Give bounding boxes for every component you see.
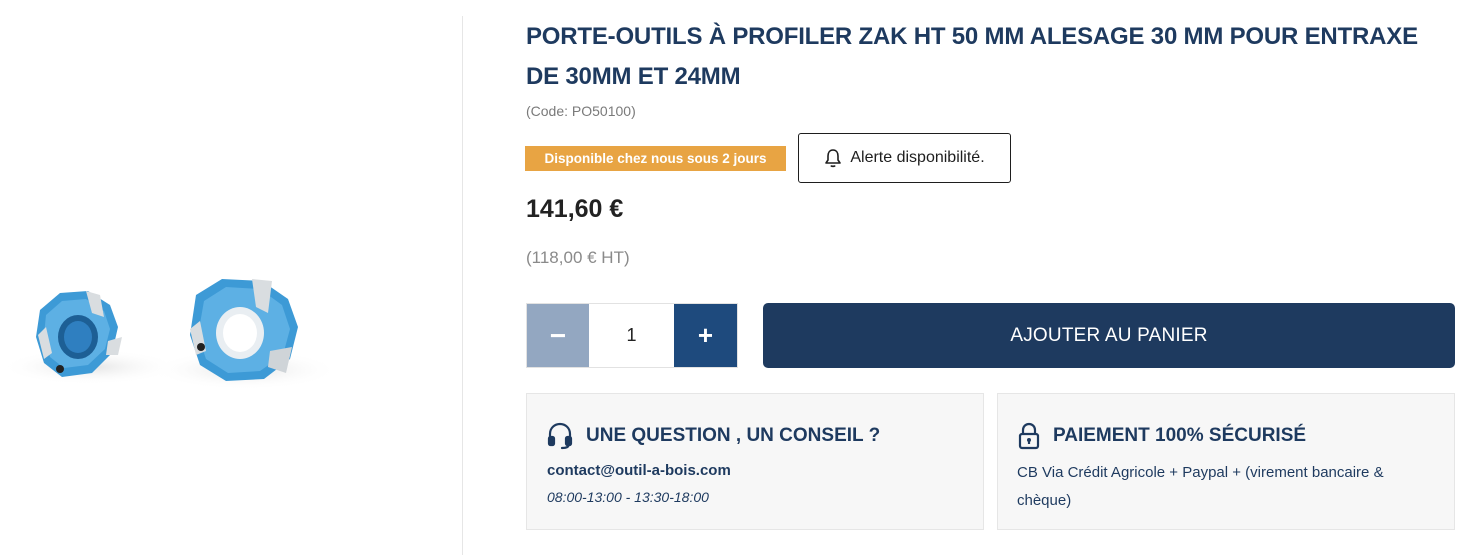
payment-card: PAIEMENT 100% SÉCURISÉ CB Via Crédit Agr… xyxy=(997,393,1455,530)
product-title: PORTE-OUTILS À PROFILER ZAK HT 50 MM ALE… xyxy=(526,23,1418,90)
quantity-input[interactable] xyxy=(589,304,675,367)
availability-badge: Disponible chez nous sous 2 jours xyxy=(525,146,786,171)
quantity-increase-button[interactable]: + xyxy=(674,304,737,367)
support-email[interactable]: contact@outil-a-bois.com xyxy=(547,462,731,479)
support-hours: 08:00-13:00 - 13:30-18:00 xyxy=(547,489,709,505)
quantity-stepper: − + xyxy=(526,303,738,368)
product-code: (Code: PO50100) xyxy=(526,103,636,119)
quantity-decrease-button[interactable]: − xyxy=(527,304,590,367)
product-image[interactable] xyxy=(0,255,340,405)
price-ttc: 141,60 € xyxy=(526,195,624,223)
availability-alert-button[interactable]: Alerte disponibilité. xyxy=(798,133,1011,183)
support-title: UNE QUESTION , UN CONSEIL ? xyxy=(586,425,881,446)
alert-button-label: Alerte disponibilité. xyxy=(850,149,985,166)
support-card: UNE QUESTION , UN CONSEIL ? contact@outi… xyxy=(526,393,984,530)
cutter-head-right xyxy=(190,279,298,381)
column-divider xyxy=(462,16,463,555)
lock-icon xyxy=(1018,422,1040,450)
price-ht: (118,00 € HT) xyxy=(526,248,630,267)
product-gallery xyxy=(0,0,462,555)
payment-methods: CB Via Crédit Agricole + Paypal + (virem… xyxy=(1017,464,1384,509)
payment-title: PAIEMENT 100% SÉCURISÉ xyxy=(1053,425,1307,446)
headset-icon xyxy=(547,422,573,450)
bell-icon xyxy=(825,149,842,168)
add-to-cart-button[interactable]: AJOUTER AU PANIER xyxy=(763,303,1455,368)
